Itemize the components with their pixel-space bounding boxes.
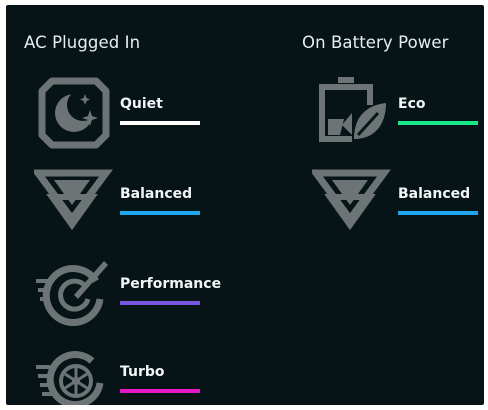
balanced-color-bar xyxy=(398,211,478,215)
battery-mode-eco-option[interactable]: Eco xyxy=(312,75,484,151)
performance-color-bar xyxy=(120,301,200,305)
balanced-label: Balanced xyxy=(398,186,471,202)
eco-battery-leaf-icon xyxy=(312,75,392,151)
ac-plugged-in-title: AC Plugged In xyxy=(24,33,141,52)
battery-mode-balanced-option[interactable]: Balanced xyxy=(312,165,484,241)
performance-gauge-icon xyxy=(34,255,114,331)
balanced-chevron-icon xyxy=(34,165,114,241)
eco-label: Eco xyxy=(398,96,426,112)
quiet-color-bar xyxy=(120,121,200,125)
balanced-chevron-icon xyxy=(312,165,392,241)
ac-mode-balanced-option[interactable]: Balanced xyxy=(34,165,214,241)
ac-mode-quiet-option[interactable]: Quiet xyxy=(34,75,214,151)
turbo-color-bar xyxy=(120,389,200,393)
quiet-label: Quiet xyxy=(120,96,163,112)
ac-mode-turbo-option[interactable]: Turbo xyxy=(34,343,214,405)
performance-label: Performance xyxy=(120,276,222,292)
turbo-label: Turbo xyxy=(120,364,165,380)
balanced-label: Balanced xyxy=(120,186,193,202)
eco-color-bar xyxy=(398,121,478,125)
power-mode-panel: AC Plugged In On Battery Power Quiet Bal… xyxy=(6,5,484,405)
ac-mode-performance-option[interactable]: Performance xyxy=(34,255,221,331)
turbo-fan-icon xyxy=(34,343,114,405)
balanced-color-bar xyxy=(120,211,200,215)
quiet-moon-icon xyxy=(34,75,114,151)
on-battery-power-title: On Battery Power xyxy=(302,33,449,52)
